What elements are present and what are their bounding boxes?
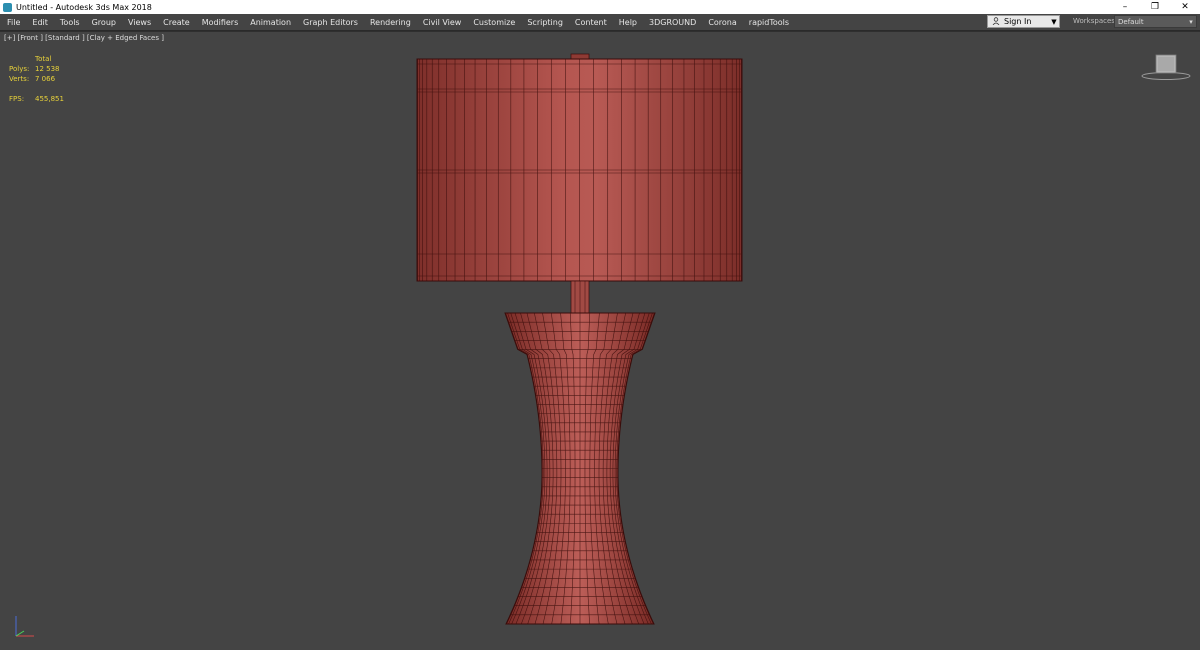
menu-customize[interactable]: Customize bbox=[467, 18, 521, 27]
sign-in-dropdown[interactable]: Sign In ▼ bbox=[987, 15, 1060, 28]
menu-3dground[interactable]: 3DGROUND bbox=[643, 18, 702, 27]
menu-views[interactable]: Views bbox=[122, 18, 157, 27]
menu-group[interactable]: Group bbox=[86, 18, 122, 27]
menu-corona[interactable]: Corona bbox=[702, 18, 742, 27]
menu-help[interactable]: Help bbox=[613, 18, 643, 27]
menu-animation[interactable]: Animation bbox=[244, 18, 297, 27]
menu-edit[interactable]: Edit bbox=[26, 18, 54, 27]
menu-civil-view[interactable]: Civil View bbox=[417, 18, 468, 27]
sign-in-label: Sign In bbox=[1004, 17, 1032, 26]
lamp-base bbox=[504, 312, 656, 625]
menu-create[interactable]: Create bbox=[157, 18, 196, 27]
menu-file[interactable]: File bbox=[0, 18, 26, 27]
world-axis-icon bbox=[15, 616, 34, 637]
app-icon bbox=[3, 2, 12, 12]
menu-tools[interactable]: Tools bbox=[54, 18, 86, 27]
lamp-mesh[interactable] bbox=[0, 32, 1200, 650]
window-title: Untitled - Autodesk 3ds Max 2018 bbox=[16, 2, 152, 12]
minimize-button[interactable]: – bbox=[1110, 0, 1140, 14]
menu-modifiers[interactable]: Modifiers bbox=[196, 18, 245, 27]
restore-button[interactable]: ❐ bbox=[1140, 0, 1170, 14]
menu-rendering[interactable]: Rendering bbox=[364, 18, 417, 27]
lamp-stem bbox=[570, 280, 590, 314]
chevron-down-icon: ▼ bbox=[1051, 17, 1057, 26]
lamp-shade bbox=[416, 58, 743, 282]
workspaces-value: Default bbox=[1118, 17, 1144, 26]
workspaces-select[interactable]: Default ▾ bbox=[1114, 15, 1197, 28]
user-icon bbox=[991, 16, 1001, 27]
menu-content[interactable]: Content bbox=[569, 18, 613, 27]
menu-rapidtools[interactable]: rapidTools bbox=[743, 18, 795, 27]
chevron-down-icon: ▾ bbox=[1189, 17, 1193, 26]
workspaces-label: Workspaces: bbox=[1073, 17, 1118, 25]
menu-scripting[interactable]: Scripting bbox=[521, 18, 569, 27]
title-bar: Untitled - Autodesk 3ds Max 2018 – ❐ ✕ bbox=[0, 0, 1200, 14]
front-viewport[interactable]: [+] [Front ] [Standard ] [Clay + Edged F… bbox=[0, 31, 1200, 649]
menu-bar: File Edit Tools Group Views Create Modif… bbox=[0, 14, 1200, 31]
close-button[interactable]: ✕ bbox=[1170, 0, 1200, 14]
menu-graph-editors[interactable]: Graph Editors bbox=[297, 18, 364, 27]
